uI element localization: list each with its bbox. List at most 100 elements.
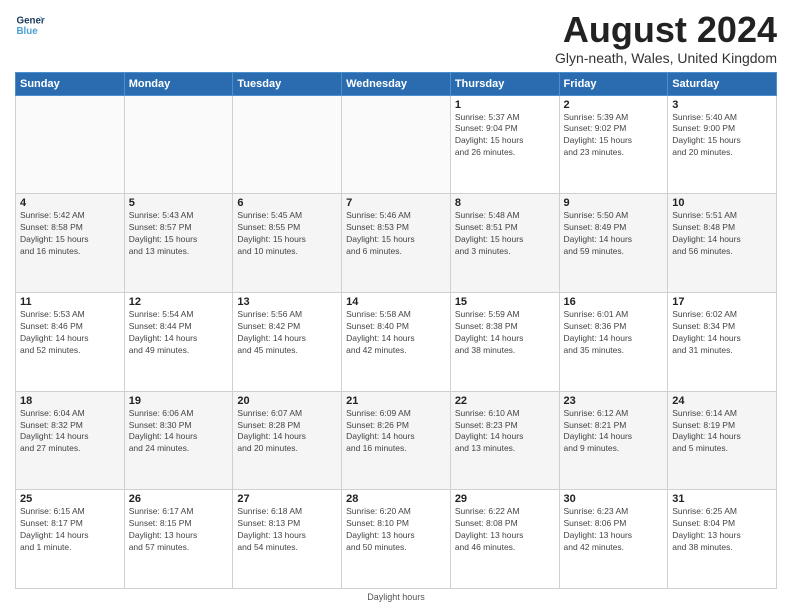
day-number: 8 (455, 197, 555, 209)
day-number: 6 (237, 197, 337, 209)
week-row-3: 11Sunrise: 5:53 AM Sunset: 8:46 PM Dayli… (16, 292, 777, 391)
day-info: Sunrise: 5:48 AM Sunset: 8:51 PM Dayligh… (455, 210, 555, 258)
day-cell: 24Sunrise: 6:14 AM Sunset: 8:19 PM Dayli… (668, 391, 777, 490)
day-number: 20 (237, 395, 337, 407)
location: Glyn-neath, Wales, United Kingdom (555, 50, 777, 66)
day-cell: 30Sunrise: 6:23 AM Sunset: 8:06 PM Dayli… (559, 490, 668, 589)
day-cell: 16Sunrise: 6:01 AM Sunset: 8:36 PM Dayli… (559, 292, 668, 391)
day-info: Sunrise: 6:06 AM Sunset: 8:30 PM Dayligh… (129, 408, 229, 456)
day-cell: 18Sunrise: 6:04 AM Sunset: 8:32 PM Dayli… (16, 391, 125, 490)
logo: General Blue (15, 10, 45, 40)
footer-note: Daylight hours (15, 592, 777, 602)
day-cell: 8Sunrise: 5:48 AM Sunset: 8:51 PM Daylig… (450, 194, 559, 293)
day-number: 23 (564, 395, 664, 407)
day-cell: 29Sunrise: 6:22 AM Sunset: 8:08 PM Dayli… (450, 490, 559, 589)
day-cell: 1Sunrise: 5:37 AM Sunset: 9:04 PM Daylig… (450, 95, 559, 194)
day-number: 18 (20, 395, 120, 407)
week-row-4: 18Sunrise: 6:04 AM Sunset: 8:32 PM Dayli… (16, 391, 777, 490)
day-cell: 6Sunrise: 5:45 AM Sunset: 8:55 PM Daylig… (233, 194, 342, 293)
day-info: Sunrise: 6:10 AM Sunset: 8:23 PM Dayligh… (455, 408, 555, 456)
day-info: Sunrise: 6:20 AM Sunset: 8:10 PM Dayligh… (346, 506, 446, 554)
day-info: Sunrise: 5:43 AM Sunset: 8:57 PM Dayligh… (129, 210, 229, 258)
day-cell (124, 95, 233, 194)
header: General Blue August 2024 Glyn-neath, Wal… (15, 10, 777, 66)
day-info: Sunrise: 5:59 AM Sunset: 8:38 PM Dayligh… (455, 309, 555, 357)
day-number: 19 (129, 395, 229, 407)
day-cell: 11Sunrise: 5:53 AM Sunset: 8:46 PM Dayli… (16, 292, 125, 391)
day-info: Sunrise: 6:07 AM Sunset: 8:28 PM Dayligh… (237, 408, 337, 456)
day-info: Sunrise: 5:54 AM Sunset: 8:44 PM Dayligh… (129, 309, 229, 357)
day-cell: 2Sunrise: 5:39 AM Sunset: 9:02 PM Daylig… (559, 95, 668, 194)
calendar-page: General Blue August 2024 Glyn-neath, Wal… (0, 0, 792, 612)
day-number: 28 (346, 493, 446, 505)
day-cell: 3Sunrise: 5:40 AM Sunset: 9:00 PM Daylig… (668, 95, 777, 194)
day-info: Sunrise: 5:42 AM Sunset: 8:58 PM Dayligh… (20, 210, 120, 258)
week-row-2: 4Sunrise: 5:42 AM Sunset: 8:58 PM Daylig… (16, 194, 777, 293)
day-cell: 20Sunrise: 6:07 AM Sunset: 8:28 PM Dayli… (233, 391, 342, 490)
day-number: 17 (672, 296, 772, 308)
day-cell (16, 95, 125, 194)
header-day-monday: Monday (124, 72, 233, 95)
day-cell: 25Sunrise: 6:15 AM Sunset: 8:17 PM Dayli… (16, 490, 125, 589)
calendar-body: 1Sunrise: 5:37 AM Sunset: 9:04 PM Daylig… (16, 95, 777, 588)
header-day-tuesday: Tuesday (233, 72, 342, 95)
header-day-thursday: Thursday (450, 72, 559, 95)
day-info: Sunrise: 5:50 AM Sunset: 8:49 PM Dayligh… (564, 210, 664, 258)
day-cell: 4Sunrise: 5:42 AM Sunset: 8:58 PM Daylig… (16, 194, 125, 293)
logo-icon: General Blue (15, 10, 45, 40)
day-cell (233, 95, 342, 194)
day-number: 1 (455, 99, 555, 111)
header-day-friday: Friday (559, 72, 668, 95)
calendar-table: SundayMondayTuesdayWednesdayThursdayFrid… (15, 72, 777, 589)
day-info: Sunrise: 6:15 AM Sunset: 8:17 PM Dayligh… (20, 506, 120, 554)
day-cell: 26Sunrise: 6:17 AM Sunset: 8:15 PM Dayli… (124, 490, 233, 589)
day-info: Sunrise: 6:04 AM Sunset: 8:32 PM Dayligh… (20, 408, 120, 456)
day-number: 31 (672, 493, 772, 505)
day-info: Sunrise: 5:46 AM Sunset: 8:53 PM Dayligh… (346, 210, 446, 258)
day-cell: 27Sunrise: 6:18 AM Sunset: 8:13 PM Dayli… (233, 490, 342, 589)
day-cell: 10Sunrise: 5:51 AM Sunset: 8:48 PM Dayli… (668, 194, 777, 293)
day-cell: 31Sunrise: 6:25 AM Sunset: 8:04 PM Dayli… (668, 490, 777, 589)
day-number: 30 (564, 493, 664, 505)
day-cell: 5Sunrise: 5:43 AM Sunset: 8:57 PM Daylig… (124, 194, 233, 293)
day-cell: 15Sunrise: 5:59 AM Sunset: 8:38 PM Dayli… (450, 292, 559, 391)
day-cell (342, 95, 451, 194)
day-info: Sunrise: 6:18 AM Sunset: 8:13 PM Dayligh… (237, 506, 337, 554)
day-info: Sunrise: 6:09 AM Sunset: 8:26 PM Dayligh… (346, 408, 446, 456)
day-info: Sunrise: 6:17 AM Sunset: 8:15 PM Dayligh… (129, 506, 229, 554)
day-number: 14 (346, 296, 446, 308)
day-info: Sunrise: 6:23 AM Sunset: 8:06 PM Dayligh… (564, 506, 664, 554)
day-number: 11 (20, 296, 120, 308)
day-cell: 12Sunrise: 5:54 AM Sunset: 8:44 PM Dayli… (124, 292, 233, 391)
day-number: 7 (346, 197, 446, 209)
day-number: 15 (455, 296, 555, 308)
calendar-header: SundayMondayTuesdayWednesdayThursdayFrid… (16, 72, 777, 95)
day-cell: 7Sunrise: 5:46 AM Sunset: 8:53 PM Daylig… (342, 194, 451, 293)
month-title: August 2024 (555, 10, 777, 50)
day-info: Sunrise: 6:25 AM Sunset: 8:04 PM Dayligh… (672, 506, 772, 554)
day-info: Sunrise: 5:37 AM Sunset: 9:04 PM Dayligh… (455, 112, 555, 160)
day-cell: 28Sunrise: 6:20 AM Sunset: 8:10 PM Dayli… (342, 490, 451, 589)
day-number: 25 (20, 493, 120, 505)
header-day-wednesday: Wednesday (342, 72, 451, 95)
day-number: 13 (237, 296, 337, 308)
day-number: 29 (455, 493, 555, 505)
day-number: 9 (564, 197, 664, 209)
day-info: Sunrise: 6:01 AM Sunset: 8:36 PM Dayligh… (564, 309, 664, 357)
header-day-saturday: Saturday (668, 72, 777, 95)
week-row-1: 1Sunrise: 5:37 AM Sunset: 9:04 PM Daylig… (16, 95, 777, 194)
day-cell: 14Sunrise: 5:58 AM Sunset: 8:40 PM Dayli… (342, 292, 451, 391)
day-number: 12 (129, 296, 229, 308)
day-info: Sunrise: 6:12 AM Sunset: 8:21 PM Dayligh… (564, 408, 664, 456)
day-cell: 9Sunrise: 5:50 AM Sunset: 8:49 PM Daylig… (559, 194, 668, 293)
day-info: Sunrise: 5:53 AM Sunset: 8:46 PM Dayligh… (20, 309, 120, 357)
day-info: Sunrise: 5:51 AM Sunset: 8:48 PM Dayligh… (672, 210, 772, 258)
day-number: 4 (20, 197, 120, 209)
day-info: Sunrise: 5:40 AM Sunset: 9:00 PM Dayligh… (672, 112, 772, 160)
day-info: Sunrise: 5:45 AM Sunset: 8:55 PM Dayligh… (237, 210, 337, 258)
day-number: 2 (564, 99, 664, 111)
title-section: August 2024 Glyn-neath, Wales, United Ki… (555, 10, 777, 66)
day-cell: 17Sunrise: 6:02 AM Sunset: 8:34 PM Dayli… (668, 292, 777, 391)
day-number: 5 (129, 197, 229, 209)
day-number: 24 (672, 395, 772, 407)
